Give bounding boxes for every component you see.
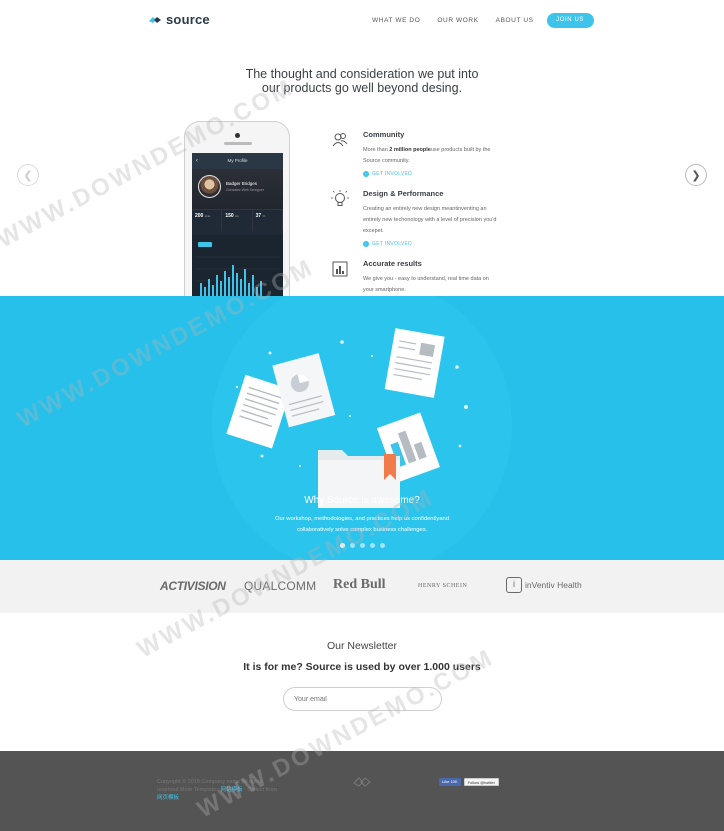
social-buttons: Like 10K Follow @twitter: [439, 778, 499, 786]
slider-dots: [340, 543, 385, 548]
phone-screen-header: ‹ My Profile: [192, 153, 283, 169]
phone-screen-title: My Profile: [227, 158, 248, 163]
get-involved-link-2[interactable]: › GET INVOLVED: [363, 241, 412, 247]
profile-subtitle: Gonzalez Web Designer: [226, 188, 264, 192]
avatar: [198, 175, 221, 198]
logo[interactable]: source: [148, 12, 210, 27]
chart-icon: [332, 261, 348, 277]
client-redbull-logo: Red Bull: [333, 577, 386, 592]
profile-name: Badger Bridges: [226, 181, 258, 186]
site-footer: Copyright © 2015 Company name All rights…: [0, 751, 724, 831]
twitter-follow-button[interactable]: Follow @twitter: [463, 778, 499, 786]
feature-design-text: Creating an entirely new design meantinv…: [363, 206, 497, 234]
phone-screen: ‹ My Profile Badger Bridges Gonzalez Web…: [192, 153, 283, 303]
footer-copyright: Copyright © 2015 Company name All rights…: [157, 778, 287, 802]
footer-logo-icon[interactable]: [352, 776, 372, 788]
stat-2: 150 km: [222, 210, 253, 231]
phone-camera: [235, 133, 240, 138]
feature-accurate: Accurate results We give you - easy to u…: [330, 259, 500, 299]
client-inventiv-logo: i inVentiv Health: [506, 577, 582, 593]
stat-3: 37 %: [253, 210, 283, 231]
phone-mockup: ‹ My Profile Badger Bridges Gonzalez Web…: [184, 121, 290, 303]
facebook-like-button[interactable]: Like 10K: [439, 778, 461, 786]
client-henry-schein-logo: HENRY SCHEIN: [418, 583, 468, 589]
phone-speaker: [224, 142, 252, 145]
next-slide-arrow[interactable]: ❯: [685, 164, 707, 186]
slider-dot-2[interactable]: [350, 543, 355, 548]
arrow-right-icon: ›: [363, 241, 369, 247]
slider-dot-1[interactable]: [340, 543, 345, 548]
back-icon: ‹: [196, 158, 198, 164]
email-input[interactable]: [283, 687, 442, 711]
hero-title-line1: The thought and consideration we put int…: [245, 67, 479, 81]
logo-text: source: [166, 12, 210, 27]
main-nav: WHAT WE DO OUR WORK ABOUT US JOIN US: [372, 13, 594, 28]
chevron-right-icon: ❯: [691, 169, 701, 182]
slider-dot-3[interactable]: [360, 543, 365, 548]
nav-our-work[interactable]: OUR WORK: [437, 17, 478, 24]
get-involved-link-1[interactable]: › GET INVOLVED: [363, 171, 412, 177]
feature-community-text: More than 2 million peopleuse products b…: [363, 147, 491, 164]
client-activision-logo: ACTIVISION: [160, 579, 226, 593]
inventiv-mark-icon: i: [506, 577, 522, 593]
why-source-text: Our workshop, methodologies, and practic…: [274, 516, 449, 533]
hero-title-line2: our products go well beyond desing.: [261, 81, 463, 95]
feature-community: Community More than 2 million peopleuse …: [330, 130, 500, 190]
hero-title: The thought and consideration we put int…: [0, 67, 724, 95]
footer-link-collect[interactable]: 网页模板: [157, 794, 287, 802]
feature-design: Design & Performance Creating an entirel…: [330, 189, 500, 259]
phone-stats: 200 kcal 150 km 37 %: [192, 209, 283, 231]
client-qualcomm-logo: QUALCOMM: [244, 579, 317, 593]
feature-community-title: Community: [363, 130, 405, 139]
footer-link-templates[interactable]: 网站模板: [220, 787, 242, 793]
client-logos: ACTIVISION QUALCOMM Red Bull HENRY SCHEI…: [0, 560, 724, 613]
lightbulb-icon: [331, 190, 349, 206]
users-icon: [332, 133, 348, 147]
newsletter-subtitle: It is for me? Source is used by over 1.0…: [243, 661, 481, 673]
join-us-button[interactable]: JOIN US: [546, 13, 594, 28]
slider-dot-4[interactable]: [370, 543, 375, 548]
feature-design-title: Design & Performance: [363, 189, 444, 198]
chevron-left-icon: ❮: [23, 169, 33, 182]
logo-icon: [149, 16, 161, 23]
why-source-title: Why Source is awesome?: [304, 495, 420, 506]
site-header: source WHAT WE DO OUR WORK ABOUT US JOIN…: [0, 0, 724, 42]
phone-profile: Badger Bridges Gonzalez Web Designer: [192, 169, 283, 209]
nav-about-us[interactable]: ABOUT US: [496, 17, 534, 24]
newsletter-title: Our Newsletter: [326, 640, 398, 652]
arrow-right-icon: ›: [363, 171, 369, 177]
feature-accurate-title: Accurate results: [363, 259, 422, 268]
slider-dot-5[interactable]: [380, 543, 385, 548]
why-source-section: Why Source is awesome? Our workshop, met…: [0, 296, 724, 560]
feature-accurate-text: We give you - easy to understand, real t…: [363, 276, 489, 293]
phone-activity-chart: [192, 235, 283, 303]
nav-what-we-do[interactable]: WHAT WE DO: [372, 17, 420, 24]
stat-1: 200 kcal: [192, 210, 223, 231]
prev-slide-arrow[interactable]: ❮: [17, 164, 39, 186]
